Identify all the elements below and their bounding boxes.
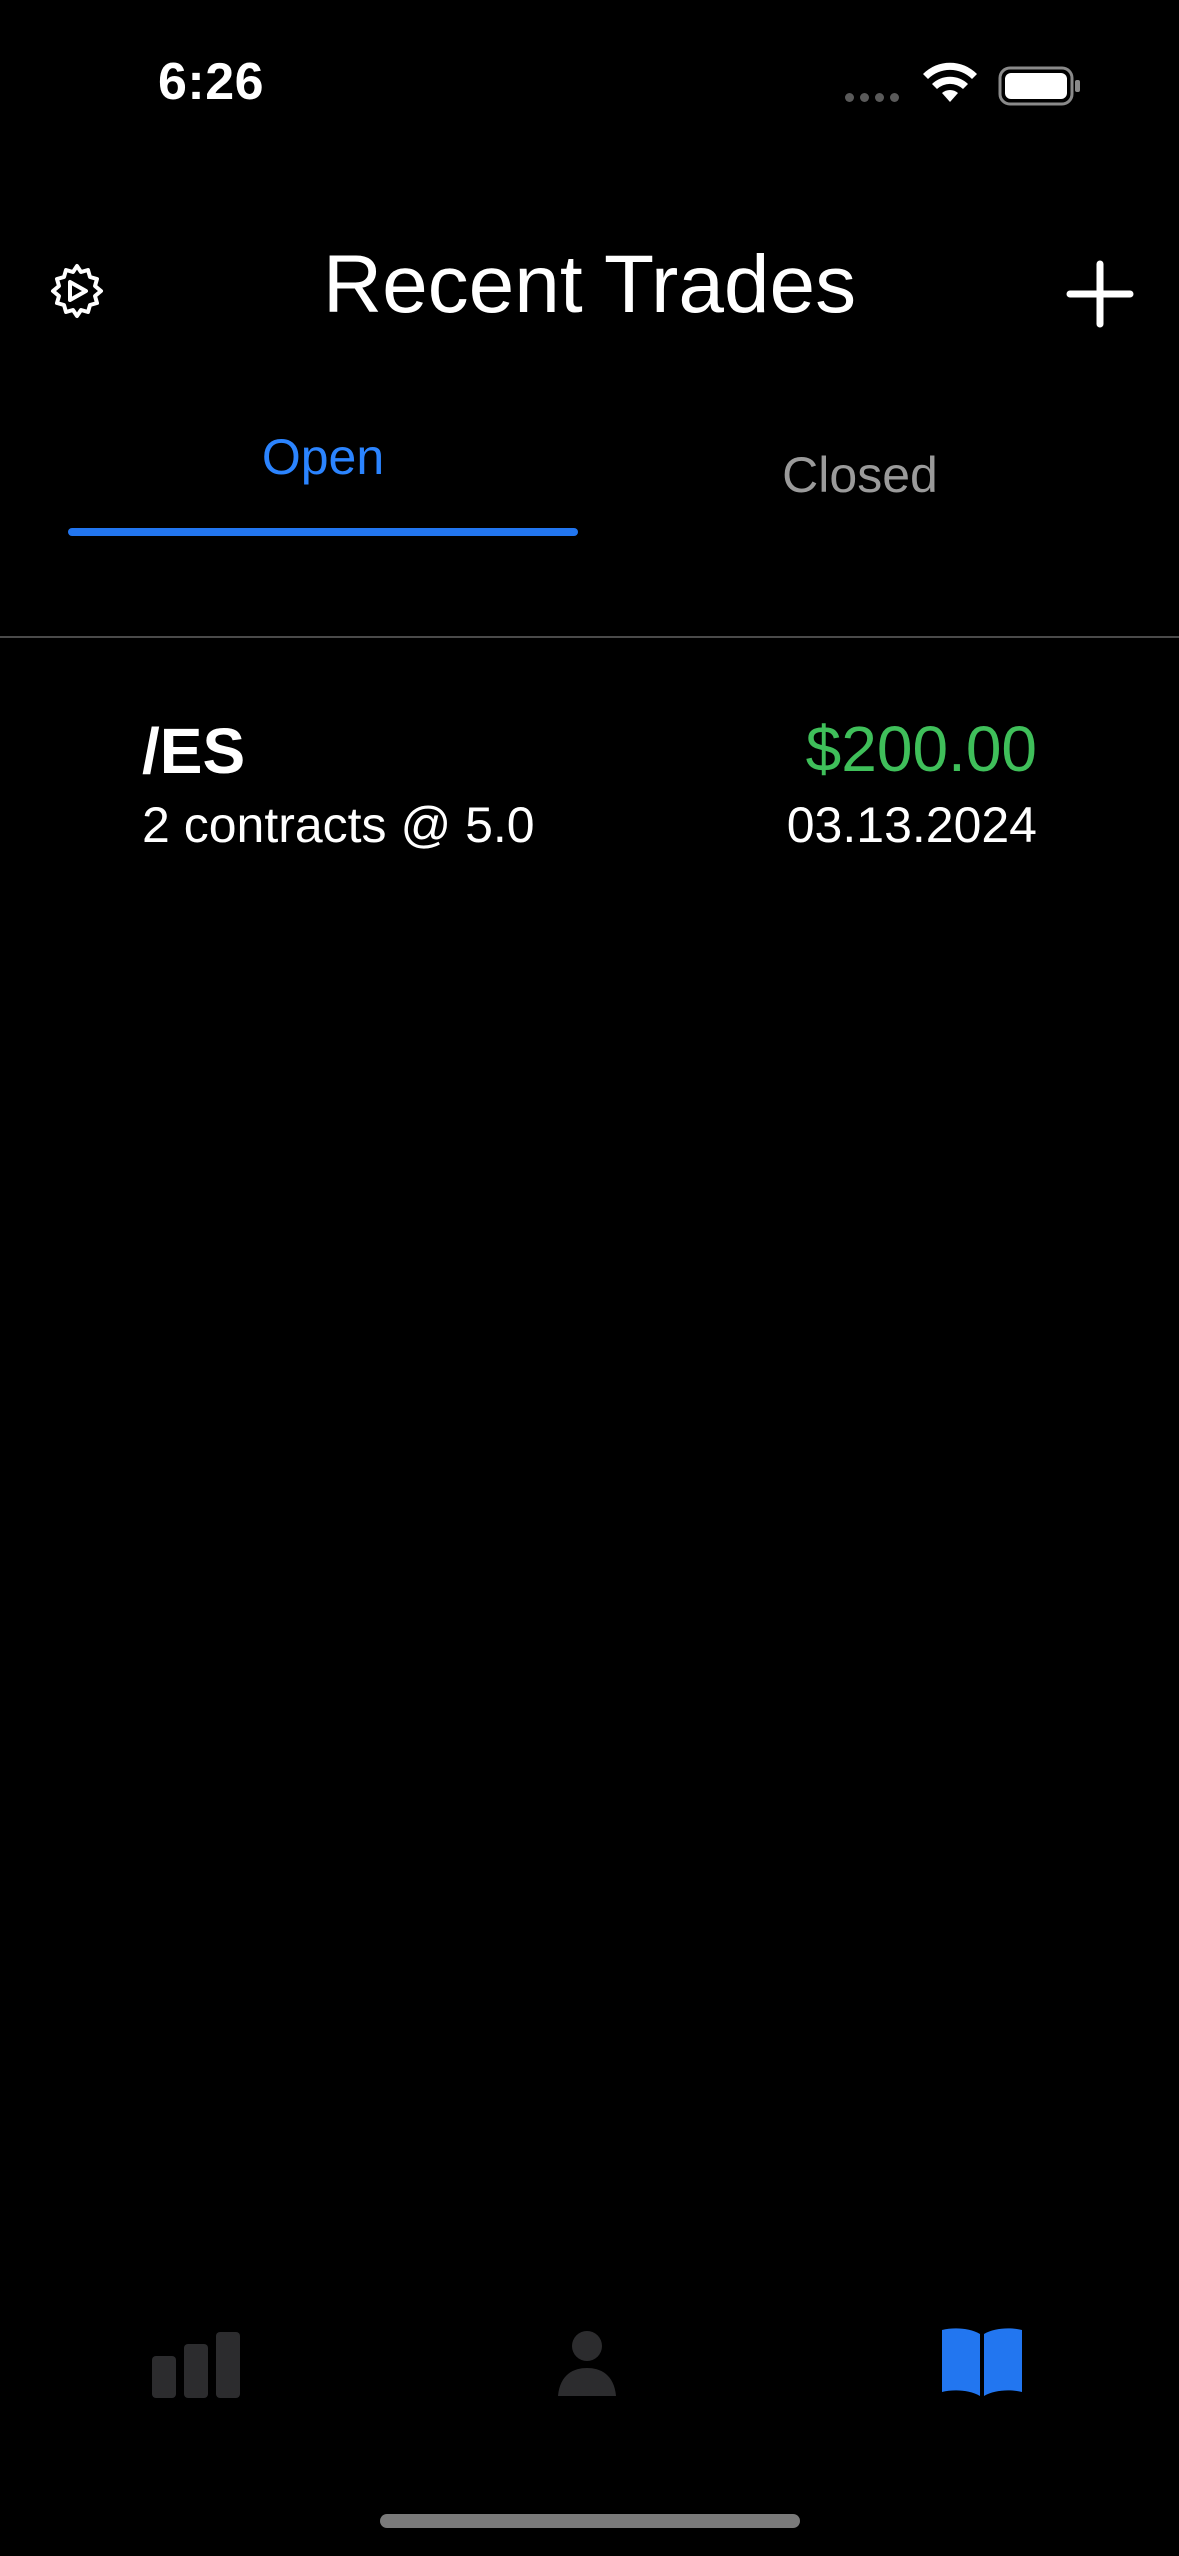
book-icon [942,2328,1022,2396]
wifi-icon [923,62,977,102]
tab-journal[interactable] [940,2326,1024,2398]
signal-dots-icon [845,93,899,102]
tab-open[interactable]: Open [68,428,578,486]
tab-closed[interactable]: Closed [600,446,1120,504]
add-trade-button[interactable] [1064,258,1136,330]
page-title: Recent Trades [322,239,857,330]
bar-chart-icon [152,2332,240,2398]
home-indicator [380,2514,800,2528]
tabs-divider [0,636,1179,638]
plus-icon [1066,260,1134,328]
tab-stats[interactable] [152,2330,242,2398]
status-time: 6:26 [158,53,265,111]
tab-open-indicator [68,528,578,536]
tab-profile[interactable] [556,2330,618,2398]
person-icon [558,2331,616,2396]
trade-detail: 2 contracts @ 5.0 [142,797,535,853]
battery-icon [998,66,1080,106]
trade-symbol: /ES [142,715,246,787]
trade-amount: $200.00 [805,713,1037,785]
trade-date: 03.13.2024 [786,797,1037,853]
